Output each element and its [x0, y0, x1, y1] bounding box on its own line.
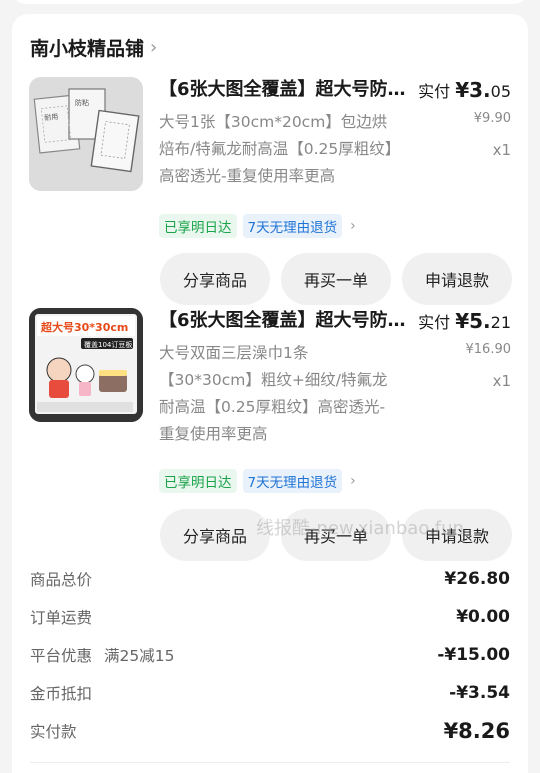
summary-value: -¥15.00	[437, 645, 510, 665]
original-price: ¥16.90	[465, 342, 512, 357]
chevron-right-icon: ›	[350, 218, 356, 234]
paid-price: 实付 ¥5.21	[418, 308, 511, 336]
quantity: x1	[492, 141, 511, 159]
paid-price: 实付 ¥3.05	[418, 77, 511, 105]
product-title[interactable]: 【6张大图全覆盖】超大号防粘烤盘	[159, 308, 411, 334]
summary-label: 实付款	[30, 723, 77, 741]
previous-card-edge	[12, 0, 528, 4]
summary-label: 订单运费	[30, 609, 93, 627]
rebuy-button[interactable]: 再买一单	[281, 509, 391, 561]
summary-row-coin-deduction: 金币抵扣 -¥3.54	[30, 678, 510, 708]
summary-value: ¥0.00	[456, 607, 510, 627]
currency-symbol: ¥	[455, 309, 470, 333]
currency-symbol: ¥	[455, 78, 470, 102]
tag-7day-return: 7天无理由退货	[242, 214, 343, 238]
thumb-subline: 覆盖104订豆板	[84, 340, 132, 349]
summary-value: -¥3.54	[449, 683, 510, 703]
tag-7day-return: 7天无理由退货	[242, 469, 343, 493]
summary-row-platform-discount: 平台优惠 满25减15 -¥15.00	[30, 640, 510, 670]
tag-next-day-delivery: 已享明日达	[159, 214, 237, 238]
summary-label: 金币抵扣	[30, 685, 93, 703]
refund-button[interactable]: 申请退款	[402, 253, 512, 305]
summary-label: 商品总价	[30, 571, 93, 589]
refund-button[interactable]: 申请退款	[402, 509, 512, 561]
price-decimal: 21	[490, 313, 511, 332]
paid-label: 实付	[418, 313, 451, 332]
action-buttons: 分享商品 再买一单 申请退款	[160, 253, 512, 305]
svg-text:耐用: 耐用	[44, 112, 59, 122]
summary-row-subtotal: 商品总价 ¥26.80	[30, 564, 510, 594]
chevron-right-icon: ›	[350, 473, 356, 489]
quantity: x1	[492, 372, 511, 390]
summary-label: 平台优惠	[30, 647, 93, 665]
shop-header[interactable]: 南小枝精品铺 ›	[30, 34, 157, 61]
product-spec: 大号1张【30cm*20cm】包边烘焙布/特氟龙耐高温【0.25厚粗纹】高密透光…	[159, 113, 393, 185]
service-tags[interactable]: 已享明日达 7天无理由退货 ›	[159, 214, 356, 238]
svg-text:防粘: 防粘	[75, 98, 89, 107]
tag-next-day-delivery: 已享明日达	[159, 469, 237, 493]
summary-value: ¥26.80	[444, 569, 510, 589]
summary-value: ¥8.26	[443, 719, 510, 743]
paid-label: 实付	[418, 82, 451, 101]
price-decimal: 05	[490, 82, 511, 101]
chevron-right-icon: ›	[150, 37, 158, 58]
product-spec: 大号双面三层澡巾1条【30*30cm】粗纹+细纹/特氟龙耐高温【0.25厚粗纹】…	[159, 344, 388, 443]
product-thumbnail[interactable]: 超大号30*30cm 覆盖104订豆板	[29, 308, 143, 422]
rebuy-button[interactable]: 再买一单	[281, 253, 391, 305]
share-button[interactable]: 分享商品	[160, 509, 270, 561]
original-price: ¥9.90	[473, 111, 511, 126]
summary-row-shipping: 订单运费 ¥0.00	[30, 602, 510, 632]
price-integer: 5.	[469, 309, 491, 333]
thumb-headline: 超大号30*30cm	[40, 320, 128, 334]
share-button[interactable]: 分享商品	[160, 253, 270, 305]
service-tags[interactable]: 已享明日达 7天无理由退货 ›	[159, 469, 356, 493]
price-integer: 3.	[469, 78, 491, 102]
order-card: 南小枝精品铺 › 耐用 防粘 【6张大图全覆盖】超大号防粘烤盘 实付 ¥3.05…	[12, 14, 528, 773]
shop-name: 南小枝精品铺	[30, 38, 145, 60]
product-thumbnail[interactable]: 耐用 防粘	[29, 77, 143, 191]
summary-row-total-paid: 实付款 ¥8.26	[30, 716, 510, 746]
action-buttons: 分享商品 再买一单 申请退款	[160, 509, 512, 561]
product-title[interactable]: 【6张大图全覆盖】超大号防粘烤盘	[159, 77, 411, 103]
divider	[30, 762, 510, 763]
promo-rule: 满25减15	[104, 647, 175, 665]
